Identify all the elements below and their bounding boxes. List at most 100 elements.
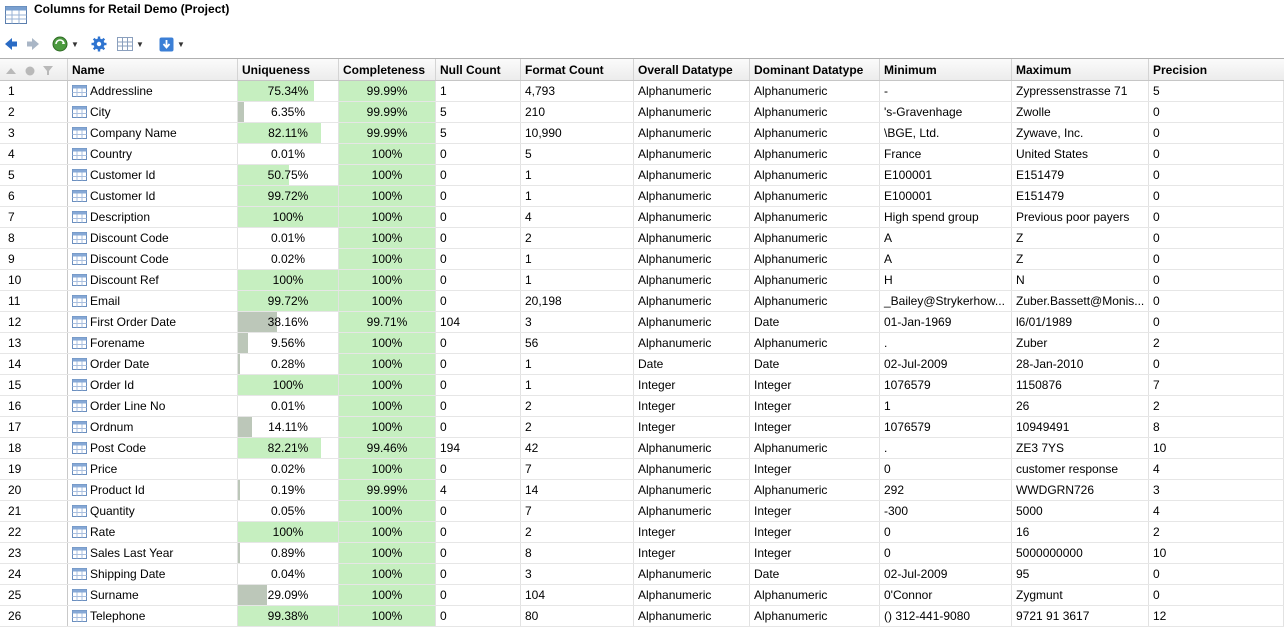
format-count-cell[interactable]: 1 <box>521 249 634 269</box>
column-name-cell[interactable]: Telephone <box>68 606 238 626</box>
precision-cell[interactable]: 10 <box>1149 543 1284 563</box>
format-count-cell[interactable]: 2 <box>521 396 634 416</box>
null-count-cell[interactable]: 0 <box>436 417 521 437</box>
row-number[interactable]: 11 <box>0 291 68 311</box>
overall-datatype-cell[interactable]: Integer <box>634 417 750 437</box>
column-header-format-count[interactable]: Format Count <box>521 59 634 80</box>
null-count-cell[interactable]: 0 <box>436 543 521 563</box>
null-count-cell[interactable]: 4 <box>436 480 521 500</box>
dominant-datatype-cell[interactable]: Alphanumeric <box>750 144 880 164</box>
column-name-cell[interactable]: Surname <box>68 585 238 605</box>
null-count-cell[interactable]: 0 <box>436 522 521 542</box>
row-number[interactable]: 17 <box>0 417 68 437</box>
overall-datatype-cell[interactable]: Alphanumeric <box>634 438 750 458</box>
dominant-datatype-cell[interactable]: Integer <box>750 396 880 416</box>
overall-datatype-cell[interactable]: Integer <box>634 543 750 563</box>
minimum-cell[interactable]: 02-Jul-2009 <box>880 354 1012 374</box>
format-count-cell[interactable]: 3 <box>521 564 634 584</box>
precision-cell[interactable]: 0 <box>1149 228 1284 248</box>
uniqueness-cell[interactable]: 50.75% <box>238 165 339 185</box>
precision-cell[interactable]: 0 <box>1149 186 1284 206</box>
uniqueness-cell[interactable]: 82.11% <box>238 123 339 143</box>
row-number[interactable]: 7 <box>0 207 68 227</box>
minimum-cell[interactable]: - <box>880 81 1012 101</box>
row-number[interactable]: 4 <box>0 144 68 164</box>
format-count-cell[interactable]: 1 <box>521 165 634 185</box>
completeness-cell[interactable]: 100% <box>339 333 436 353</box>
precision-cell[interactable]: 0 <box>1149 585 1284 605</box>
uniqueness-cell[interactable]: 0.01% <box>238 396 339 416</box>
precision-cell[interactable]: 5 <box>1149 81 1284 101</box>
overall-datatype-cell[interactable]: Alphanumeric <box>634 333 750 353</box>
row-number[interactable]: 26 <box>0 606 68 626</box>
format-count-cell[interactable]: 7 <box>521 501 634 521</box>
dominant-datatype-cell[interactable]: Alphanumeric <box>750 81 880 101</box>
table-row[interactable]: 1 Addressline 75.34% 99.99% 1 4,793 Alphanumer… <box>0 81 1284 102</box>
column-name-cell[interactable]: Forename <box>68 333 238 353</box>
overall-datatype-cell[interactable]: Alphanumeric <box>634 501 750 521</box>
null-count-cell[interactable]: 0 <box>436 228 521 248</box>
precision-cell[interactable]: 0 <box>1149 564 1284 584</box>
completeness-cell[interactable]: 100% <box>339 501 436 521</box>
table-row[interactable]: 4 Country 0.01% 100% 0 5 Alphanumeric Alphanume… <box>0 144 1284 165</box>
column-name-cell[interactable]: First Order Date <box>68 312 238 332</box>
minimum-cell[interactable]: E100001 <box>880 165 1012 185</box>
dominant-datatype-cell[interactable]: Integer <box>750 417 880 437</box>
minimum-cell[interactable]: 1076579 <box>880 417 1012 437</box>
uniqueness-cell[interactable]: 100% <box>238 207 339 227</box>
row-number[interactable]: 18 <box>0 438 68 458</box>
table-row[interactable]: 20 Product Id 0.19% 99.99% 4 14 Alphanumeric Al… <box>0 480 1284 501</box>
row-number[interactable]: 15 <box>0 375 68 395</box>
row-number[interactable]: 1 <box>0 81 68 101</box>
minimum-cell[interactable]: -300 <box>880 501 1012 521</box>
column-name-cell[interactable]: Discount Ref <box>68 270 238 290</box>
format-count-cell[interactable]: 1 <box>521 354 634 374</box>
completeness-cell[interactable]: 100% <box>339 543 436 563</box>
precision-cell[interactable]: 0 <box>1149 249 1284 269</box>
minimum-cell[interactable]: 0 <box>880 543 1012 563</box>
null-count-cell[interactable]: 0 <box>436 354 521 374</box>
uniqueness-cell[interactable]: 0.04% <box>238 564 339 584</box>
uniqueness-cell[interactable]: 0.02% <box>238 459 339 479</box>
uniqueness-cell[interactable]: 100% <box>238 270 339 290</box>
minimum-cell[interactable]: 1 <box>880 396 1012 416</box>
uniqueness-cell[interactable]: 0.89% <box>238 543 339 563</box>
minimum-cell[interactable]: 0 <box>880 459 1012 479</box>
column-header-completeness[interactable]: Completeness <box>339 59 436 80</box>
table-row[interactable]: 24 Shipping Date 0.04% 100% 0 3 Alphanumeric Da… <box>0 564 1284 585</box>
maximum-cell[interactable]: 10949491 <box>1012 417 1149 437</box>
row-number[interactable]: 12 <box>0 312 68 332</box>
format-count-cell[interactable]: 2 <box>521 228 634 248</box>
completeness-cell[interactable]: 100% <box>339 564 436 584</box>
minimum-cell[interactable]: 292 <box>880 480 1012 500</box>
overall-datatype-cell[interactable]: Alphanumeric <box>634 564 750 584</box>
format-count-cell[interactable]: 1 <box>521 375 634 395</box>
format-count-cell[interactable]: 1 <box>521 270 634 290</box>
completeness-cell[interactable]: 99.71% <box>339 312 436 332</box>
maximum-cell[interactable]: 9721 91 3617 <box>1012 606 1149 626</box>
uniqueness-cell[interactable]: 100% <box>238 375 339 395</box>
table-row[interactable]: 16 Order Line No 0.01% 100% 0 2 Integer Integer… <box>0 396 1284 417</box>
uniqueness-cell[interactable]: 99.38% <box>238 606 339 626</box>
completeness-cell[interactable]: 99.99% <box>339 102 436 122</box>
row-number[interactable]: 3 <box>0 123 68 143</box>
minimum-cell[interactable]: A <box>880 249 1012 269</box>
precision-cell[interactable]: 8 <box>1149 417 1284 437</box>
column-name-cell[interactable]: Sales Last Year <box>68 543 238 563</box>
completeness-cell[interactable]: 100% <box>339 186 436 206</box>
row-number[interactable]: 20 <box>0 480 68 500</box>
overall-datatype-cell[interactable]: Alphanumeric <box>634 312 750 332</box>
dominant-datatype-cell[interactable]: Integer <box>750 501 880 521</box>
refresh-dropdown[interactable]: ▼ <box>52 35 79 53</box>
uniqueness-cell[interactable]: 0.28% <box>238 354 339 374</box>
null-count-cell[interactable]: 0 <box>436 459 521 479</box>
format-count-cell[interactable]: 10,990 <box>521 123 634 143</box>
overall-datatype-cell[interactable]: Alphanumeric <box>634 270 750 290</box>
precision-cell[interactable]: 0 <box>1149 270 1284 290</box>
column-name-cell[interactable]: Discount Code <box>68 228 238 248</box>
overall-datatype-cell[interactable]: Alphanumeric <box>634 81 750 101</box>
column-name-cell[interactable]: Order Id <box>68 375 238 395</box>
table-row[interactable]: 8 Discount Code 0.01% 100% 0 2 Alphanumeric Alp… <box>0 228 1284 249</box>
format-count-cell[interactable]: 3 <box>521 312 634 332</box>
completeness-cell[interactable]: 100% <box>339 585 436 605</box>
